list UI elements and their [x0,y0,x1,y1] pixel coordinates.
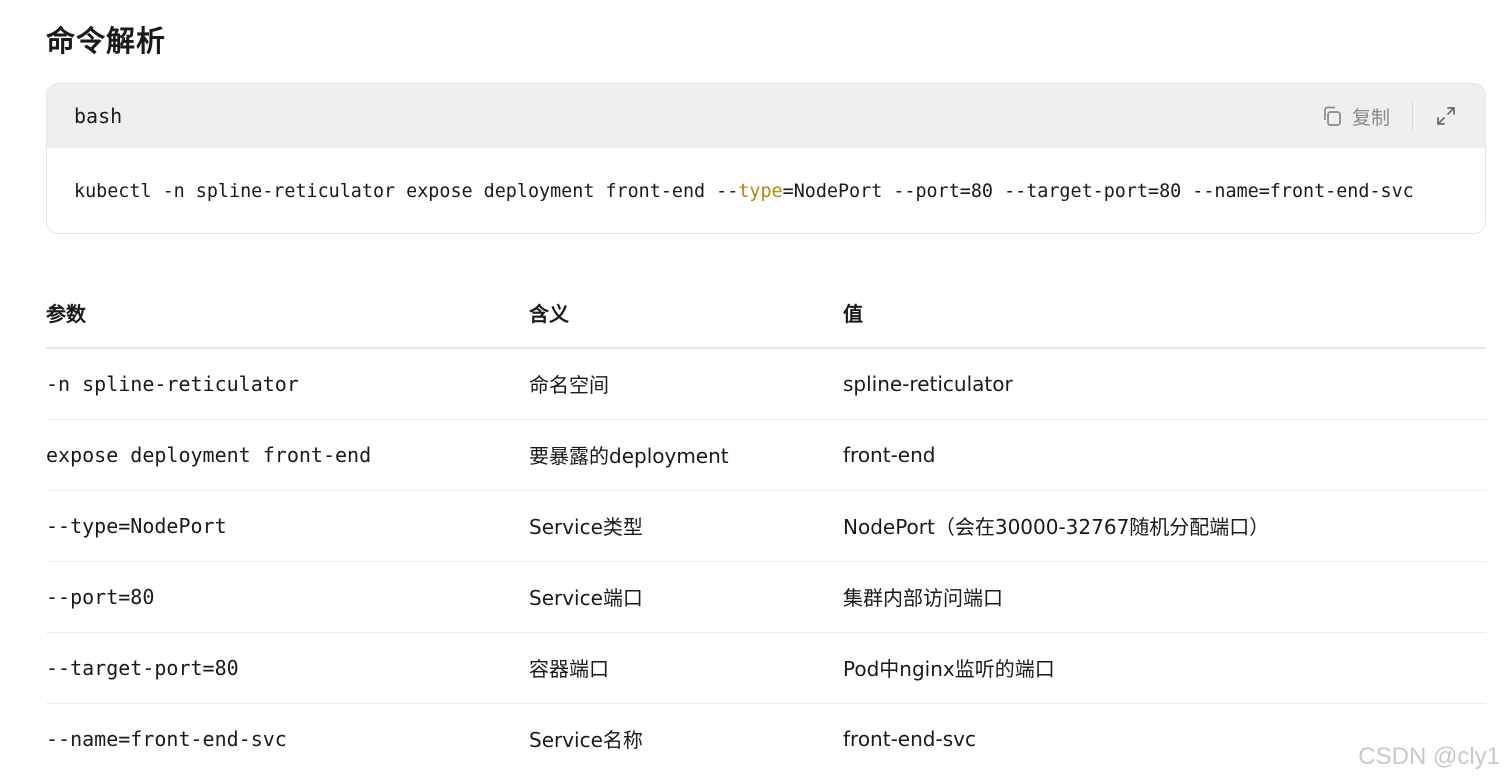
cell-meaning: 容器端口 [529,632,843,704]
header-meaning: 含义 [529,278,843,349]
expand-button[interactable] [1435,105,1457,127]
copy-label: 复制 [1351,106,1390,129]
expand-icon [1435,105,1457,127]
table-row: --port=80 Service端口 集群内部访问端口 [46,561,1486,633]
code-language-label: bash [74,104,123,128]
copy-icon [1321,105,1343,127]
table-row: expose deployment front-end 要暴露的deployme… [46,419,1486,491]
cell-param: --port=80 [46,561,529,633]
action-divider [1412,102,1413,130]
code-block-header: bash 复制 [47,84,1485,148]
cell-meaning: 要暴露的deployment [529,419,843,491]
code-actions: 复制 [1321,102,1457,130]
cell-value: 集群内部访问端口 [843,561,1486,633]
cell-param: expose deployment front-end [46,419,529,491]
table-row: --name=front-end-svc Service名称 front-end… [46,703,1486,774]
command-line: kubectl -n spline-reticulator expose dep… [74,181,1414,202]
command-suffix: =NodePort --port=80 --target-port=80 --n… [782,180,1414,202]
cell-meaning: Service类型 [529,490,843,562]
header-value: 值 [843,278,1486,349]
table-row: -n spline-reticulator 命名空间 spline-reticu… [46,348,1486,420]
cell-param: --name=front-end-svc [46,726,287,751]
cell-meaning: Service名称 [529,728,643,753]
header-param: 参数 [46,278,529,349]
section-heading: 命令解析 [46,24,167,58]
cell-param: -n spline-reticulator [46,348,529,420]
cell-value: spline-reticulator [843,348,1486,420]
parameters-table: 参数 含义 值 -n spline-reticulator 命名空间 splin… [46,278,1486,774]
watermark: CSDN @cly1 [1358,743,1500,770]
code-block-body: kubectl -n spline-reticulator expose dep… [47,148,1485,233]
code-block: bash 复制 kubectl -n spline-reticulator ex… [46,83,1486,234]
copy-button[interactable]: 复制 [1321,103,1390,130]
table-row: --type=NodePort Service类型 NodePort（会在300… [46,490,1486,562]
cell-meaning: 命名空间 [529,348,843,420]
cell-value: front-end [843,419,1486,491]
cell-param: --type=NodePort [46,490,529,562]
command-prefix: kubectl -n spline-reticulator expose dep… [74,180,739,202]
cell-value: NodePort（会在30000-32767随机分配端口） [843,490,1486,562]
command-keyword: type [738,180,783,202]
cell-param: --target-port=80 [46,632,529,704]
cell-value: Pod中nginx监听的端口 [843,632,1486,704]
table-row: --target-port=80 容器端口 Pod中nginx监听的端口 [46,632,1486,704]
cell-meaning: Service端口 [529,561,843,633]
table-header-row: 参数 含义 值 [46,278,1486,349]
